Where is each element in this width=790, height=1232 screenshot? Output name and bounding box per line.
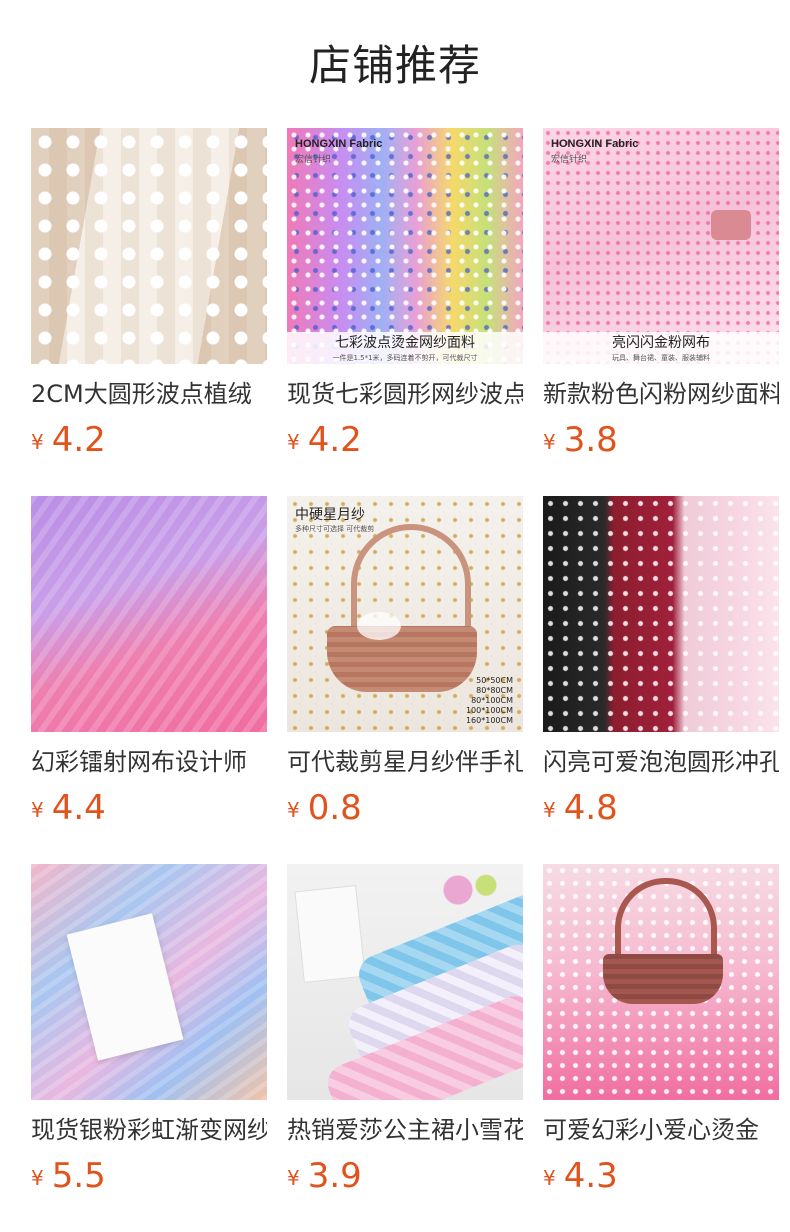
product-name[interactable]: 现货银粉彩虹渐变网纱 (31, 1114, 267, 1146)
product-price: ¥3.8 (543, 420, 618, 460)
price-symbol: ¥ (543, 430, 556, 454)
product-card[interactable]: 可爱幻彩小爱心烫金 ¥4.3 (543, 864, 779, 1196)
price-symbol: ¥ (287, 1166, 300, 1190)
product-name[interactable]: 现货七彩圆形网纱波点 (287, 378, 523, 410)
image-title: 中硬星月纱 多种尺寸可选择 可代裁剪 (295, 507, 375, 533)
price-symbol: ¥ (543, 1166, 556, 1190)
price-symbol: ¥ (31, 798, 44, 822)
price-value: 5.5 (51, 1156, 106, 1196)
product-name[interactable]: 闪亮可爱泡泡圆形冲孔 (543, 746, 779, 778)
product-card[interactable]: 2CM大圆形波点植绒 ¥4.2 (31, 128, 267, 460)
price-symbol: ¥ (287, 430, 300, 454)
product-card[interactable]: 现货银粉彩虹渐变网纱 ¥5.5 (31, 864, 267, 1196)
size-list: 50*50CM 80*80CM 80*100CM 100*100CM 160*100CM (465, 676, 513, 725)
product-image[interactable] (287, 864, 523, 1100)
price-value: 4.2 (51, 420, 106, 460)
product-card[interactable]: 热销爱莎公主裙小雪花 ¥3.9 (287, 864, 523, 1196)
page-title: 店铺推荐 (308, 41, 481, 90)
product-image[interactable] (31, 496, 267, 732)
product-price: ¥0.8 (287, 788, 362, 828)
brand-label: HONGXIN Fabric 宏信针织 (295, 138, 383, 164)
image-caption: 七彩波点烫金网纱面料 一件是1.5*1米，多码连着不剪开，可代裁尺寸 (287, 332, 523, 364)
product-name[interactable]: 可代裁剪星月纱伴手礼 (287, 746, 523, 778)
product-image[interactable]: HONGXIN Fabric 宏信针织 亮闪闪金粉网布 玩具、舞台裙、童装、服装辅料 (543, 128, 779, 364)
product-name[interactable]: 幻彩镭射网布设计师 (31, 746, 267, 778)
product-price: ¥4.2 (287, 420, 362, 460)
product-image[interactable]: HONGXIN Fabric 宏信针织 七彩波点烫金网纱面料 一件是1.5*1米，多… (287, 128, 523, 364)
price-value: 0.8 (307, 788, 362, 828)
fabric-knot (711, 210, 751, 240)
basket (603, 954, 723, 1004)
price-value: 3.8 (563, 420, 618, 460)
product-card[interactable]: 幻彩镭射网布设计师 ¥4.4 (31, 496, 267, 828)
product-name[interactable]: 可爱幻彩小爱心烫金 (543, 1114, 779, 1146)
bow (357, 612, 401, 640)
product-price: ¥3.9 (287, 1156, 362, 1196)
product-card[interactable]: HONGXIN Fabric 宏信针织 七彩波点烫金网纱面料 一件是1.5*1米，多… (287, 128, 523, 460)
product-price: ¥5.5 (31, 1156, 106, 1196)
price-value: 4.8 (563, 788, 618, 828)
product-card[interactable]: 闪亮可爱泡泡圆形冲孔 ¥4.8 (543, 496, 779, 828)
product-card[interactable]: 中硬星月纱 多种尺寸可选择 可代裁剪 50*50CM 80*80CM 80*100CM… (287, 496, 523, 828)
image-caption: 亮闪闪金粉网布 玩具、舞台裙、童装、服装辅料 (543, 332, 779, 364)
product-name[interactable]: 热销爱莎公主裙小雪花 (287, 1114, 523, 1146)
product-price: ¥4.8 (543, 788, 618, 828)
product-name[interactable]: 2CM大圆形波点植绒 (31, 378, 267, 410)
brand-label: HONGXIN Fabric 宏信针织 (551, 138, 639, 164)
note-card (66, 913, 184, 1061)
price-value: 4.4 (51, 788, 106, 828)
price-symbol: ¥ (543, 798, 556, 822)
product-price: ¥4.2 (31, 420, 106, 460)
book-prop (294, 885, 366, 983)
product-image[interactable] (31, 864, 267, 1100)
product-image[interactable] (543, 864, 779, 1100)
product-name[interactable]: 新款粉色闪粉网纱面料 (543, 378, 779, 410)
product-image[interactable]: 中硬星月纱 多种尺寸可选择 可代裁剪 50*50CM 80*80CM 80*100CM… (287, 496, 523, 732)
price-symbol: ¥ (31, 1166, 44, 1190)
product-image[interactable] (543, 496, 779, 732)
price-symbol: ¥ (287, 798, 300, 822)
product-image[interactable] (31, 128, 267, 364)
price-value: 3.9 (307, 1156, 362, 1196)
price-value: 4.2 (307, 420, 362, 460)
basket (327, 626, 477, 692)
price-symbol: ¥ (31, 430, 44, 454)
product-price: ¥4.3 (543, 1156, 618, 1196)
product-price: ¥4.4 (31, 788, 106, 828)
product-card[interactable]: HONGXIN Fabric 宏信针织 亮闪闪金粉网布 玩具、舞台裙、童装、服装辅料… (543, 128, 779, 460)
price-value: 4.3 (563, 1156, 618, 1196)
